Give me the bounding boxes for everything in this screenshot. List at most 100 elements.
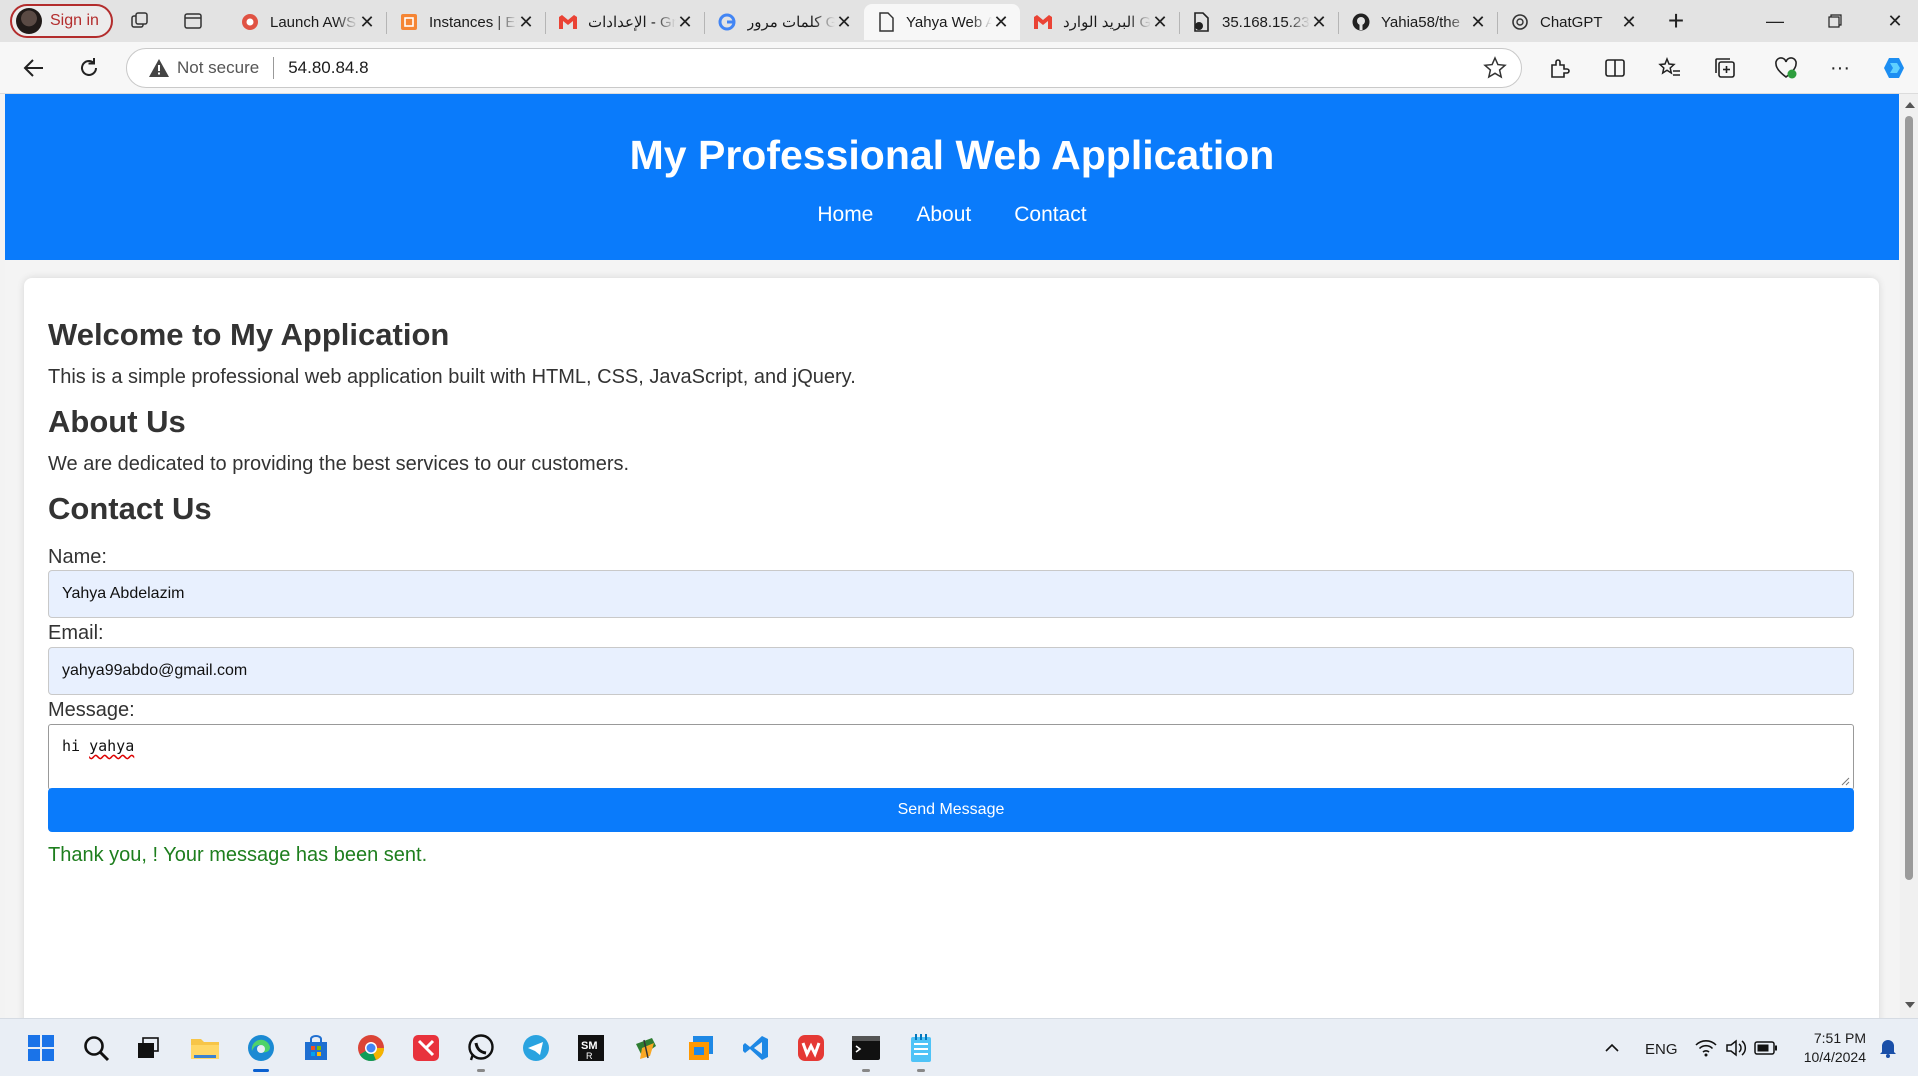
close-icon[interactable]: ✕ xyxy=(1151,13,1169,31)
collections-icon[interactable] xyxy=(1711,54,1739,82)
chrome-icon[interactable] xyxy=(354,1031,388,1065)
tab-gmail-settings[interactable]: الإعدادات - Gmail ✕ xyxy=(546,4,705,40)
scroll-thumb[interactable] xyxy=(1905,116,1913,880)
copilot-icon[interactable] xyxy=(1880,54,1908,82)
microsoft-store-icon[interactable] xyxy=(299,1031,333,1065)
svg-text:R: R xyxy=(586,1051,593,1061)
close-icon[interactable]: ✕ xyxy=(992,13,1010,31)
close-window-icon[interactable]: ✕ xyxy=(1865,6,1918,36)
tab-title: Launch AWS xyxy=(270,13,357,31)
site-title: My Professional Web Application xyxy=(629,132,1275,178)
more-options-icon[interactable]: ··· xyxy=(1826,54,1854,82)
tab-gmail-inbox[interactable]: البريد الوارد Gmail ✕ xyxy=(1021,4,1180,40)
notification-bell-icon[interactable] xyxy=(1871,1031,1905,1065)
close-icon[interactable]: ✕ xyxy=(676,13,694,31)
address-bar[interactable]: Not secure 54.80.84.8 xyxy=(126,48,1522,88)
notepad-icon[interactable] xyxy=(904,1031,938,1072)
favorite-star-icon[interactable] xyxy=(1483,56,1507,80)
clock-time: 7:51 PM xyxy=(1813,1030,1866,1046)
nav-contact-link[interactable]: Contact xyxy=(1014,203,1086,227)
close-icon[interactable]: ✕ xyxy=(1620,13,1638,31)
nav-about-link[interactable]: About xyxy=(916,203,971,227)
system-clock[interactable]: 7:51 PM 10/4/2024 xyxy=(1804,1029,1866,1067)
about-heading: About Us xyxy=(48,404,186,439)
edge-icon[interactable] xyxy=(244,1031,278,1072)
battery-icon[interactable] xyxy=(1749,1031,1783,1065)
url-text[interactable]: 54.80.84.8 xyxy=(288,58,368,78)
email-label: Email: xyxy=(48,622,104,644)
security-status[interactable]: Not secure xyxy=(177,58,259,78)
search-icon[interactable] xyxy=(79,1031,113,1065)
site-header: My Professional Web Application Home Abo… xyxy=(5,94,1899,260)
welcome-text: This is a simple professional web applic… xyxy=(48,366,856,388)
google-icon xyxy=(717,12,737,32)
aws-ec2-icon xyxy=(399,12,419,32)
tab-title: كلمات مرور Google xyxy=(747,14,835,31)
task-view-icon[interactable] xyxy=(131,1031,165,1065)
back-arrow-icon[interactable] xyxy=(18,52,50,84)
favorites-icon[interactable] xyxy=(1656,54,1684,82)
start-icon[interactable] xyxy=(24,1031,58,1065)
extensions-icon[interactable] xyxy=(1545,54,1573,82)
vscode-icon[interactable] xyxy=(739,1031,773,1065)
tab-actions-icon[interactable] xyxy=(181,9,205,33)
terminal-icon[interactable] xyxy=(849,1031,883,1072)
tab-title: البريد الوارد Gmail xyxy=(1063,14,1151,31)
smartr-icon[interactable]: SM R xyxy=(574,1031,608,1065)
telegram-icon[interactable] xyxy=(519,1031,553,1065)
tab-google-passwords[interactable]: كلمات مرور Google ✕ xyxy=(705,4,863,40)
close-icon[interactable]: ✕ xyxy=(1469,13,1487,31)
close-icon[interactable]: ✕ xyxy=(1310,13,1328,31)
tab-github[interactable]: Yahia58/the ✕ xyxy=(1339,4,1498,40)
page-scrollbar[interactable] xyxy=(1900,94,1918,1018)
tab-title: ChatGPT xyxy=(1540,13,1603,31)
close-icon[interactable]: ✕ xyxy=(517,13,535,31)
message-textarea[interactable]: hi yahya xyxy=(48,724,1854,790)
workspaces-icon[interactable] xyxy=(128,9,152,33)
tab-launch-aws[interactable]: Launch AWS ✕ xyxy=(228,4,387,40)
browser-essentials-icon[interactable] xyxy=(1772,54,1800,82)
nav-home-link[interactable]: Home xyxy=(817,203,873,227)
language-indicator[interactable]: ENG xyxy=(1645,1041,1678,1058)
message-text: hi xyxy=(62,737,81,755)
tab-title: Yahia58/the xyxy=(1381,13,1460,31)
close-icon[interactable]: ✕ xyxy=(358,13,376,31)
scroll-up-icon[interactable] xyxy=(1905,102,1915,108)
clock-date: 10/4/2024 xyxy=(1803,1049,1866,1065)
volume-icon[interactable] xyxy=(1719,1031,1753,1065)
resize-handle-icon[interactable] xyxy=(1840,776,1850,786)
restore-icon[interactable] xyxy=(1805,6,1865,36)
warning-icon[interactable] xyxy=(147,56,171,80)
tab-title: Yahya Web App xyxy=(906,13,992,31)
page-viewport: My Professional Web Application Home Abo… xyxy=(5,94,1899,1018)
split-screen-icon[interactable] xyxy=(1601,54,1629,82)
page-warning-icon xyxy=(1192,12,1212,32)
scroll-down-icon[interactable] xyxy=(1905,1002,1915,1008)
tab-ip-address[interactable]: 35.168.15.23 ✕ xyxy=(1180,4,1339,40)
tab-yahya-web-app[interactable]: Yahya Web App ✕ xyxy=(864,4,1020,40)
minimize-icon[interactable]: — xyxy=(1745,6,1805,36)
close-icon[interactable]: ✕ xyxy=(835,13,853,31)
name-input[interactable] xyxy=(48,570,1854,618)
refresh-icon[interactable] xyxy=(73,52,105,84)
avatar xyxy=(16,8,42,34)
virtualbox-icon[interactable] xyxy=(684,1031,718,1065)
windows-taskbar: SM R ENG 7:51 PM 10/4/2024 xyxy=(0,1018,1918,1076)
xmind-icon[interactable] xyxy=(409,1031,443,1065)
profile-button[interactable]: Sign in xyxy=(10,4,113,38)
wps-office-icon[interactable] xyxy=(794,1031,828,1065)
new-tab-icon[interactable]: + xyxy=(1664,7,1688,35)
send-message-button[interactable]: Send Message xyxy=(48,788,1854,832)
browser-toolbar: Not secure 54.80.84.8 ··· xyxy=(0,42,1918,94)
message-label: Message: xyxy=(48,699,135,721)
file-explorer-icon[interactable] xyxy=(188,1031,222,1065)
aws-icon xyxy=(240,12,260,32)
wifi-icon[interactable] xyxy=(1689,1031,1723,1065)
email-input[interactable] xyxy=(48,647,1854,695)
chevron-up-icon[interactable] xyxy=(1595,1031,1629,1065)
tab-instances-ec2[interactable]: Instances | EC2 ✕ xyxy=(387,4,546,40)
github-icon xyxy=(1351,12,1371,32)
tab-chatgpt[interactable]: ChatGPT ✕ xyxy=(1498,4,1648,40)
sublime-icon[interactable] xyxy=(629,1031,663,1065)
whatsapp-icon[interactable] xyxy=(464,1031,498,1072)
